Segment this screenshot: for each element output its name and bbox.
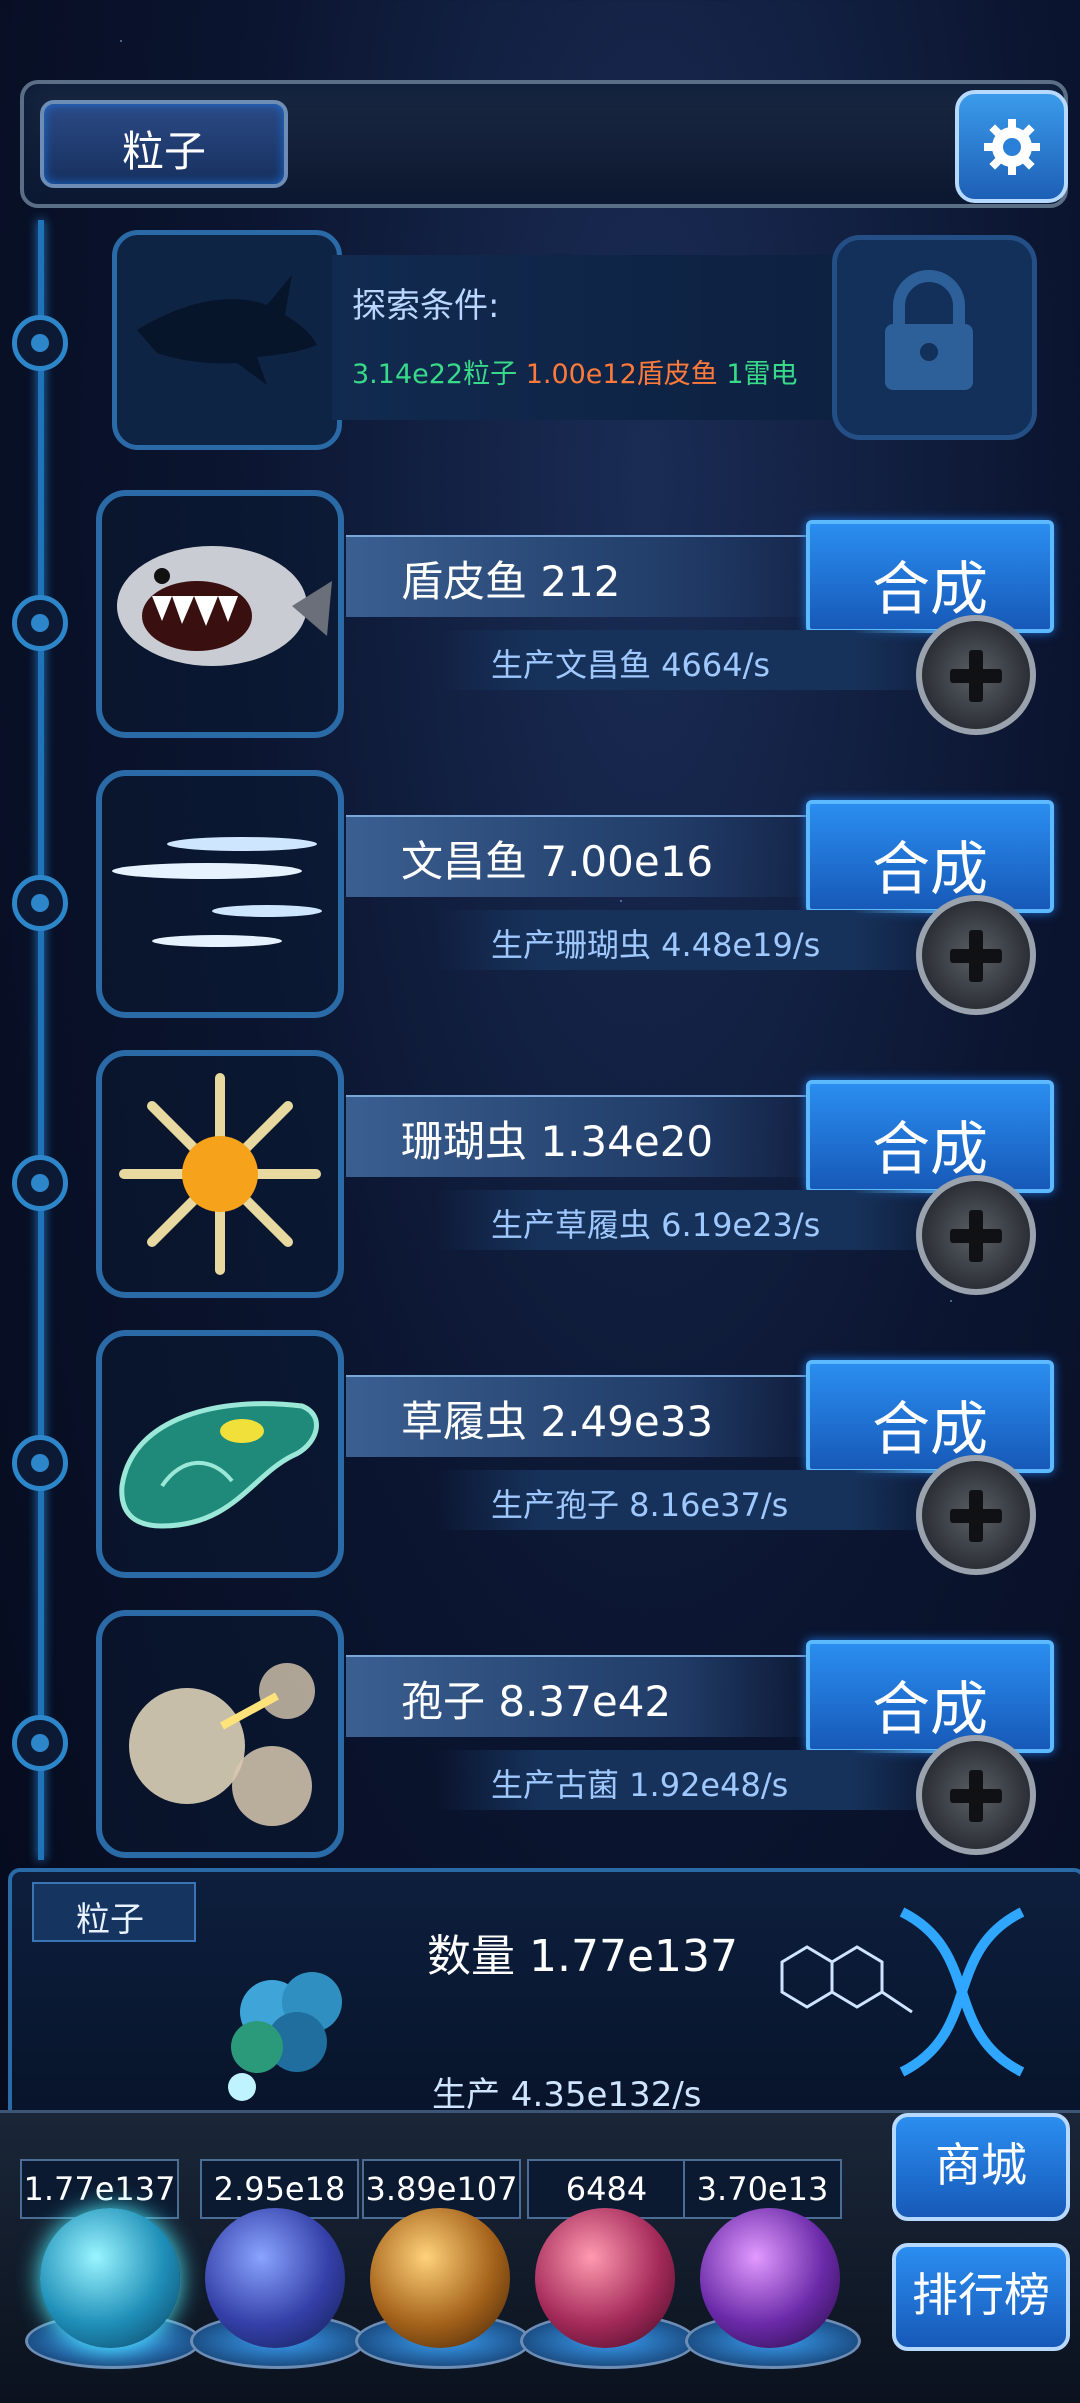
creature-name-count: 文昌鱼 7.00e16 <box>401 837 714 886</box>
particle-stats-panel: 粒子 数量 1.77e137 生产 4.35e132/s <box>8 1868 1080 2136</box>
merge-button-label: 合成 <box>871 835 988 903</box>
star <box>950 1300 952 1302</box>
stats-tab-label: 粒子 <box>76 1900 144 1940</box>
creature-row: 盾皮鱼 212 合成 生产文昌鱼 4664/s <box>56 490 1056 740</box>
resource-bar: 1.77e137 2.95e18 3.89e107 6484 3.70e13 商… <box>0 2110 1080 2403</box>
merge-button-label: 合成 <box>871 1115 988 1183</box>
stats-tab: 粒子 <box>32 1882 196 1942</box>
creature-thumb <box>96 1610 344 1858</box>
shop-button[interactable]: 商城 <box>892 2113 1070 2221</box>
creature-name-count: 珊瑚虫 1.34e20 <box>401 1117 714 1166</box>
leaderboard-button[interactable]: 排行榜 <box>892 2243 1070 2351</box>
creature-name-count: 草履虫 2.49e33 <box>401 1397 714 1446</box>
lancelet-fish-icon <box>112 837 322 947</box>
explore-condition-label: 探索条件: <box>352 286 500 326</box>
merge-button[interactable]: 合成 <box>806 1360 1054 1473</box>
requirement-placoderm: 1.00e12盾皮鱼 <box>525 359 718 390</box>
particle-tab-label: 粒子 <box>121 127 206 176</box>
creature-thumb <box>96 1050 344 1298</box>
merge-button-label: 合成 <box>871 1675 988 1743</box>
merge-button[interactable]: 合成 <box>806 520 1054 633</box>
molecule-cluster-icon <box>228 1972 342 2101</box>
add-button[interactable] <box>916 615 1036 735</box>
merge-button[interactable]: 合成 <box>806 1080 1054 1193</box>
creature-name-count: 孢子 8.37e42 <box>401 1677 672 1726</box>
brain-orb-icon[interactable] <box>535 2208 675 2348</box>
particle-production-rate: 生产 4.35e132/s <box>432 2075 702 2115</box>
progress-rail <box>38 220 44 1860</box>
merge-button[interactable]: 合成 <box>806 1640 1054 1753</box>
production-rate: 生产孢子 8.16e37/s <box>491 1486 789 1524</box>
settings-button[interactable] <box>955 90 1068 203</box>
merge-button-label: 合成 <box>871 555 988 623</box>
production-rate: 生产草履虫 6.19e23/s <box>491 1206 821 1244</box>
creature-row: 孢子 8.37e42 合成 生产古菌 1.92e48/s <box>56 1610 1056 1860</box>
dna-helix-icon <box>899 1907 1025 2077</box>
production-rate: 生产珊瑚虫 4.48e19/s <box>491 926 821 964</box>
spore-icon <box>129 1663 315 1826</box>
requirement-particles: 3.14e22粒子 <box>352 359 518 390</box>
creature-thumb <box>96 490 344 738</box>
add-button[interactable] <box>916 895 1036 1015</box>
lock-icon <box>885 270 973 390</box>
top-bar: 粒子 <box>0 70 1080 210</box>
nebula-orb-icon[interactable] <box>370 2208 510 2348</box>
gear-icon <box>983 118 1040 175</box>
requirement-lightning: 1雷电 <box>726 359 798 390</box>
paramecium-icon <box>119 1401 319 1529</box>
locked-button[interactable] <box>832 235 1037 440</box>
particle-orb-icon[interactable] <box>40 2208 180 2348</box>
star <box>120 40 122 42</box>
merge-button[interactable]: 合成 <box>806 800 1054 913</box>
add-button[interactable] <box>916 1735 1036 1855</box>
creature-thumb <box>96 770 344 1018</box>
creature-row: 珊瑚虫 1.34e20 合成 生产草履虫 6.19e23/s <box>56 1050 1056 1300</box>
locked-creature-thumb <box>112 230 342 450</box>
lightning-orb-icon[interactable] <box>205 2208 345 2348</box>
coral-polyp-icon <box>119 1073 321 1275</box>
creature-name-count: 盾皮鱼 212 <box>401 557 621 606</box>
particle-quantity: 数量 1.77e137 <box>427 1931 739 1982</box>
merge-button-label: 合成 <box>871 1395 988 1463</box>
creature-row: 文昌鱼 7.00e16 合成 生产珊瑚虫 4.48e19/s <box>56 770 1056 1020</box>
locked-creature-row: 探索条件: 3.14e22粒子 1.00e12盾皮鱼 1雷电 <box>112 230 1037 450</box>
particle-tab[interactable]: 粒子 <box>40 100 288 188</box>
placoderm-fish-icon <box>117 546 332 666</box>
production-rate: 生产文昌鱼 4664/s <box>491 646 771 684</box>
shark-silhouette-icon <box>137 275 317 385</box>
add-button[interactable] <box>916 1455 1036 1575</box>
vortex-orb-icon[interactable] <box>700 2208 840 2348</box>
creature-thumb <box>96 1330 344 1578</box>
creature-row: 草履虫 2.49e33 合成 生产孢子 8.16e37/s <box>56 1330 1056 1580</box>
add-button[interactable] <box>916 1175 1036 1295</box>
rail-lock-node <box>12 315 68 371</box>
requirement-list: 3.14e22粒子 1.00e12盾皮鱼 1雷电 <box>352 352 798 391</box>
production-rate: 生产古菌 1.92e48/s <box>491 1766 789 1804</box>
